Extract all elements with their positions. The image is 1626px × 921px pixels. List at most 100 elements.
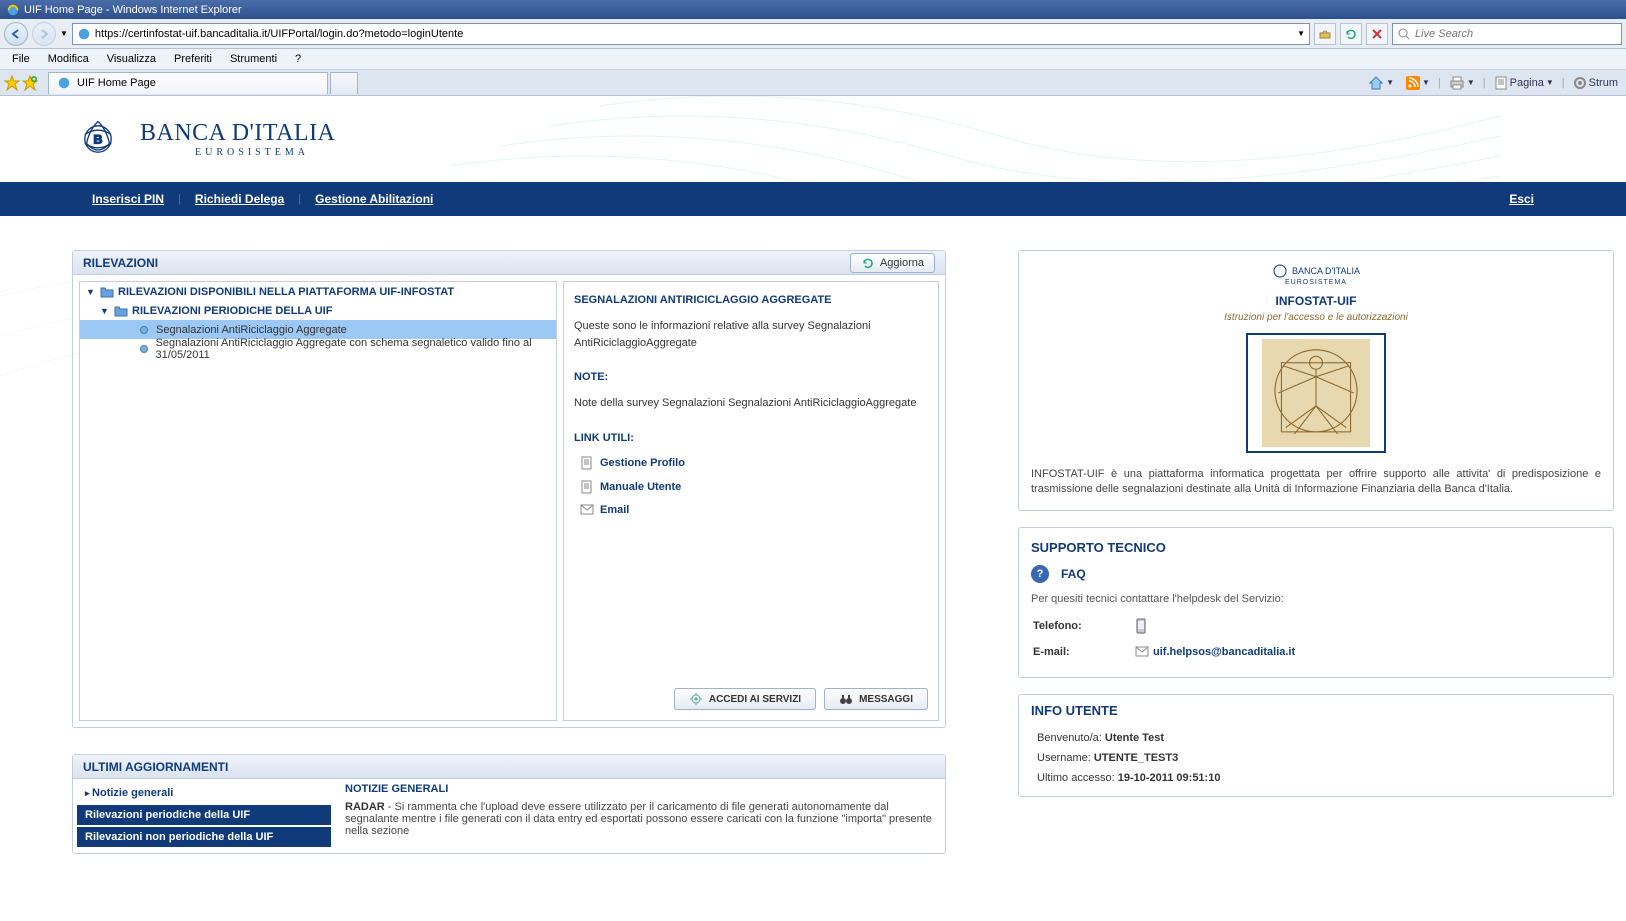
browser-menubar: File Modifica Visualizza Preferiti Strum…	[0, 49, 1626, 70]
window-title: UIF Home Page - Windows Internet Explore…	[24, 4, 242, 16]
url-input[interactable]	[95, 28, 1293, 40]
support-line: Per quesiti tecnici contattare l'helpdes…	[1031, 593, 1601, 605]
upd-nav-periodiche[interactable]: Rilevazioni periodiche della UIF	[77, 805, 331, 825]
folder-icon	[100, 286, 114, 298]
menu-help[interactable]: ?	[287, 51, 309, 67]
logo-sub: EUROSISTEMA	[140, 147, 335, 158]
brochure-box: BANCA D'ITALIA EUROSISTEMA INFOSTAT-UIF …	[1018, 250, 1614, 511]
question-icon: ?	[1031, 565, 1049, 583]
news-title: NOTIZIE GENERALI	[345, 783, 935, 795]
browser-nav-bar: ▼ ▼	[0, 19, 1626, 49]
compat-button[interactable]	[1314, 23, 1336, 45]
vitruvian-image	[1246, 333, 1386, 453]
email-label: E-mail:	[1033, 641, 1133, 663]
logo-main: BANCA D'ITALIA	[140, 120, 335, 147]
refresh-button[interactable]	[1340, 23, 1362, 45]
nav-gestione-abilitazioni[interactable]: Gestione Abilitazioni	[301, 192, 447, 206]
tab-favicon	[57, 76, 71, 90]
accedi-servizi-button[interactable]: ACCEDI AI SERVIZI	[674, 688, 816, 710]
feeds-button[interactable]: ▼	[1402, 74, 1434, 92]
home-button[interactable]: ▼	[1364, 74, 1398, 92]
support-email-link[interactable]: uif.helpsos@bancaditalia.it	[1153, 646, 1295, 658]
link-gestione-profilo[interactable]: Gestione Profilo	[580, 456, 928, 470]
nav-inserisci-pin[interactable]: Inserisci PIN	[78, 192, 178, 206]
nav-richiedi-delega[interactable]: Richiedi Delega	[181, 192, 298, 206]
stop-button[interactable]	[1366, 23, 1388, 45]
favorites-star-icon[interactable]	[4, 75, 20, 91]
main-nav: Inserisci PIN | Richiedi Delega | Gestio…	[0, 182, 1626, 216]
userinfo-box: INFO UTENTE Benvenuto/a: Utente Test Use…	[1018, 694, 1614, 797]
tel-label: Telefono:	[1033, 613, 1133, 639]
rilevazioni-title: RILEVAZIONI	[83, 256, 158, 270]
nav-esci[interactable]: Esci	[1495, 192, 1548, 206]
page-content: B BANCA D'ITALIA EUROSISTEMA Inserisci P…	[0, 96, 1626, 880]
news-body: RADAR - Si rammenta che l'upload deve es…	[345, 801, 935, 837]
updates-panel: ULTIMI AGGIORNAMENTI Notizie generali Ri…	[72, 754, 946, 854]
print-button[interactable]: ▼	[1445, 74, 1479, 92]
forward-button[interactable]	[32, 22, 56, 46]
rilevazioni-panel: RILEVAZIONI Aggiorna ▼ RILEVAZIONI DISPO…	[72, 250, 946, 728]
brochure-subtitle: Istruzioni per l'accesso e le autorizzaz…	[1031, 312, 1601, 323]
updates-title: ULTIMI AGGIORNAMENTI	[83, 760, 228, 774]
site-header: B BANCA D'ITALIA EUROSISTEMA	[0, 96, 1626, 182]
note-label: NOTE:	[574, 371, 928, 383]
tree-level1[interactable]: ▼ RILEVAZIONI PERIODICHE DELLA UIF	[80, 301, 556, 320]
page-favicon	[77, 27, 91, 41]
banca-italia-logo-icon: B	[76, 117, 120, 161]
address-bar: ▼	[72, 23, 1310, 45]
mail-icon	[580, 504, 594, 516]
userinfo-last-access: Ultimo accesso: 19-10-2011 09:51:10	[1031, 768, 1601, 788]
url-dropdown[interactable]: ▼	[1297, 29, 1305, 38]
brochure-title: INFOSTAT-UIF	[1031, 294, 1601, 308]
menu-file[interactable]: File	[4, 51, 38, 67]
support-box: SUPPORTO TECNICO ? FAQ Per quesiti tecni…	[1018, 527, 1614, 678]
note-text: Note della survey Segnalazioni Segnalazi…	[574, 395, 928, 412]
folder-icon	[114, 305, 128, 317]
links-label: LINK UTILI:	[574, 432, 928, 444]
ie-icon	[6, 3, 20, 17]
browser-tabbar: UIF Home Page ▼ ▼ | ▼ | Pagina▼ | Strum	[0, 70, 1626, 96]
upd-nav-non-periodiche[interactable]: Rilevazioni non periodiche della UIF	[77, 827, 331, 847]
search-bar	[1392, 23, 1622, 45]
refresh-icon	[861, 256, 875, 270]
add-favorites-icon[interactable]	[22, 75, 38, 91]
search-icon	[1397, 27, 1411, 41]
updates-header: ULTIMI AGGIORNAMENTI	[73, 755, 945, 779]
link-manuale-utente[interactable]: Manuale Utente	[580, 480, 928, 494]
mini-logo-icon	[1272, 263, 1288, 279]
gear-icon	[689, 692, 703, 706]
back-button[interactable]	[4, 22, 28, 46]
tree-pane: ▼ RILEVAZIONI DISPONIBILI NELLA PIATTAFO…	[79, 281, 557, 721]
browser-tab[interactable]: UIF Home Page	[48, 72, 328, 94]
tree-item[interactable]: Segnalazioni AntiRiciclaggio Aggregate c…	[80, 339, 556, 358]
nav-history-dropdown[interactable]: ▼	[60, 29, 68, 38]
messaggi-button[interactable]: MESSAGGI	[824, 688, 928, 710]
phone-icon	[1135, 618, 1147, 634]
menu-visualizza[interactable]: Visualizza	[99, 51, 164, 67]
menu-preferiti[interactable]: Preferiti	[166, 51, 220, 67]
page-menu[interactable]: Pagina▼	[1490, 74, 1558, 92]
aggiorna-button[interactable]: Aggiorna	[850, 253, 935, 273]
tree-root[interactable]: ▼ RILEVAZIONI DISPONIBILI NELLA PIATTAFO…	[80, 282, 556, 301]
collapse-icon: ▼	[86, 287, 96, 297]
bullet-icon	[140, 326, 148, 334]
window-titlebar: UIF Home Page - Windows Internet Explore…	[0, 0, 1626, 19]
tools-menu[interactable]: Strum	[1569, 74, 1622, 92]
new-tab-button[interactable]	[330, 72, 358, 94]
menu-strumenti[interactable]: Strumenti	[222, 51, 285, 67]
brochure-desc: INFOSTAT-UIF è una piattaforma informati…	[1031, 467, 1601, 498]
binoculars-icon	[839, 692, 853, 706]
menu-modifica[interactable]: Modifica	[40, 51, 97, 67]
search-input[interactable]	[1415, 28, 1617, 40]
userinfo-username: Username: UTENTE_TEST3	[1031, 748, 1601, 768]
page-icon	[580, 480, 594, 494]
userinfo-welcome: Benvenuto/a: Utente Test	[1031, 728, 1601, 748]
link-email[interactable]: Email	[580, 504, 928, 516]
detail-desc: Queste sono le informazioni relative all…	[574, 318, 928, 351]
faq-link[interactable]: FAQ	[1061, 567, 1086, 581]
upd-nav-generali[interactable]: Notizie generali	[77, 783, 331, 803]
rilevazioni-header: RILEVAZIONI Aggiorna	[73, 251, 945, 275]
detail-title: SEGNALAZIONI ANTIRICICLAGGIO AGGREGATE	[574, 294, 928, 306]
collapse-icon: ▼	[100, 306, 110, 316]
page-icon	[580, 456, 594, 470]
